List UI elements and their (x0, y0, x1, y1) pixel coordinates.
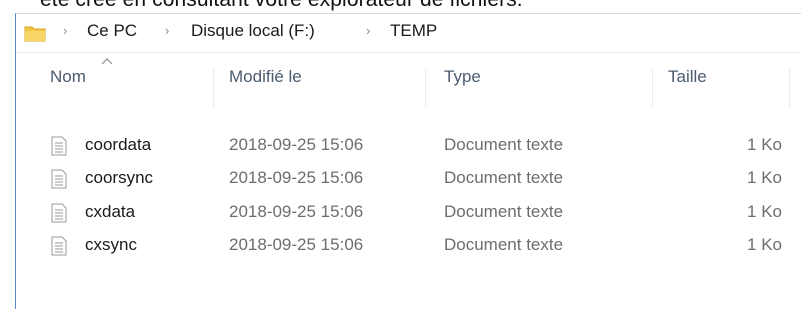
column-divider[interactable] (425, 68, 426, 108)
breadcrumb-separator: › (63, 23, 68, 38)
file-name: cxsync (85, 235, 137, 254)
text-file-icon (51, 203, 67, 223)
file-modified: 2018-09-25 15:06 (229, 235, 364, 254)
column-divider[interactable] (213, 68, 214, 108)
file-type: Document texte (444, 235, 564, 254)
breadcrumb-item-local-disk[interactable]: Disque local (F:) (191, 21, 315, 41)
file-modified: 2018-09-25 15:06 (229, 202, 364, 221)
text-file-icon (51, 169, 67, 189)
breadcrumb-separator: › (165, 23, 170, 38)
file-row[interactable]: coorsync 2018-09-25 15:06 Document texte… (16, 167, 801, 193)
file-explorer-window: › Ce PC › Disque local (F:) › TEMP Nom M… (15, 13, 801, 309)
text-file-icon (51, 136, 67, 156)
address-bar[interactable]: › Ce PC › Disque local (F:) › TEMP (16, 14, 801, 53)
file-type: Document texte (444, 168, 564, 187)
folder-icon (24, 26, 46, 42)
column-header-size[interactable]: Taille (668, 67, 707, 87)
file-type: Document texte (444, 135, 564, 154)
page: été créé en consultant votre explorateur… (0, 0, 801, 309)
column-header-name[interactable]: Nom (50, 67, 86, 87)
file-row[interactable]: cxsync 2018-09-25 15:06 Document texte 1… (16, 234, 801, 260)
column-header-modified[interactable]: Modifié le (229, 67, 302, 87)
file-name: cxdata (85, 202, 136, 221)
file-size: 1 Ko (747, 168, 782, 187)
file-modified: 2018-09-25 15:06 (229, 168, 364, 187)
sort-up-icon (101, 58, 113, 65)
file-size: 1 Ko (747, 202, 782, 221)
file-row[interactable]: cxdata 2018-09-25 15:06 Document texte 1… (16, 201, 801, 227)
column-divider[interactable] (789, 68, 790, 108)
file-type: Document texte (444, 202, 564, 221)
file-size: 1 Ko (747, 235, 782, 254)
column-divider[interactable] (652, 68, 653, 108)
file-modified: 2018-09-25 15:06 (229, 135, 364, 154)
text-file-icon (51, 236, 67, 256)
breadcrumb-item-this-pc[interactable]: Ce PC (87, 21, 137, 41)
caption-text: été créé en consultant votre explorateur… (40, 0, 523, 12)
file-name: coorsync (85, 168, 154, 187)
file-size: 1 Ko (747, 135, 782, 154)
file-name: coordata (85, 135, 152, 154)
breadcrumb-item-temp[interactable]: TEMP (390, 21, 437, 41)
breadcrumb-separator: › (366, 23, 371, 38)
file-row[interactable]: coordata 2018-09-25 15:06 Document texte… (16, 134, 801, 160)
column-header-type[interactable]: Type (444, 67, 481, 87)
